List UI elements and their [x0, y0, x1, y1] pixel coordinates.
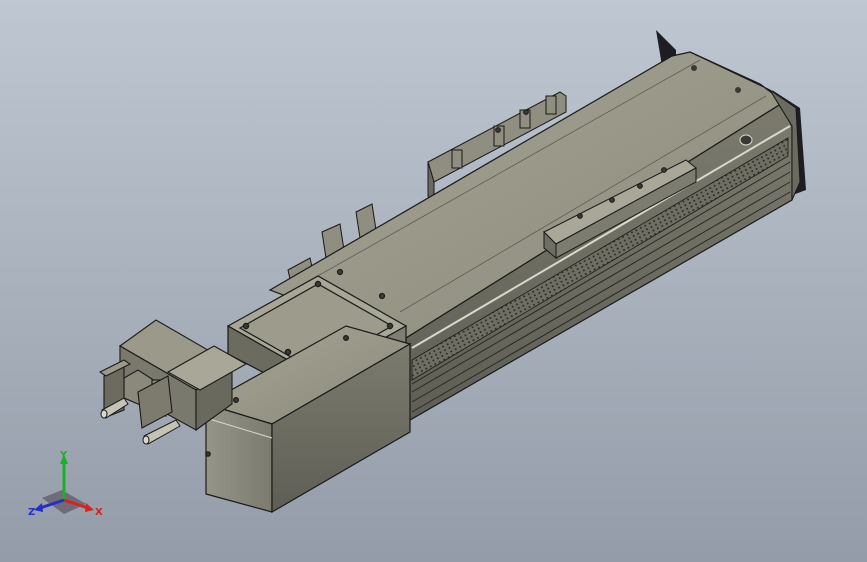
- linear-actuator-model[interactable]: [0, 0, 867, 562]
- x-axis-arrow: [85, 503, 94, 512]
- x-axis-label: X: [95, 507, 103, 518]
- reference-triad: Y X Z: [28, 450, 103, 518]
- graphics-viewport[interactable]: Y X Z: [0, 0, 867, 562]
- z-axis-label: Z: [28, 507, 35, 518]
- y-axis-label: Y: [59, 450, 68, 461]
- z-axis-arrow: [34, 503, 43, 512]
